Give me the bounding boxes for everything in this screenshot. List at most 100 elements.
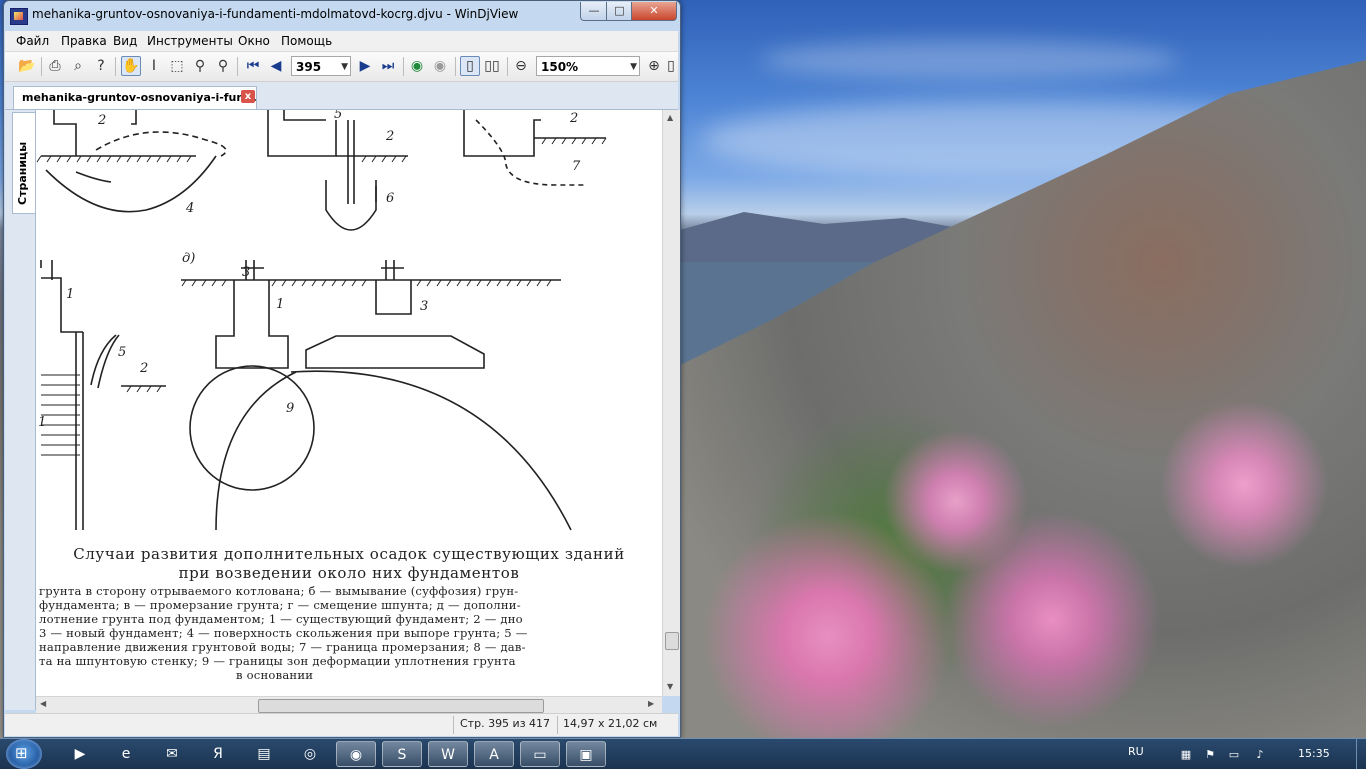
status-page: Стр. 395 из 417 [460, 717, 551, 730]
skype-icon[interactable]: S [382, 741, 422, 767]
close-tab-icon[interactable]: x [241, 90, 255, 103]
last-page-icon[interactable]: ⏭ [378, 56, 398, 76]
open-icon[interactable]: 📂 [17, 56, 37, 76]
prev-page-icon[interactable]: ◀ [266, 56, 286, 76]
minimize-button[interactable]: — [580, 2, 608, 21]
scroll-left-icon[interactable]: ◀ [40, 699, 46, 708]
fig-label: 6 [386, 191, 394, 206]
fig-label: 1 [38, 415, 46, 430]
menu-help[interactable]: Помощь [281, 34, 332, 48]
figure-label-d: д) [182, 251, 195, 266]
fig-label: 5 [334, 110, 342, 122]
chrome-icon[interactable]: ◉ [336, 741, 376, 767]
fig-label: 2 [385, 129, 394, 144]
chevron-down-icon[interactable]: ▼ [630, 57, 637, 77]
volume-icon[interactable]: ♪ [1254, 749, 1266, 761]
wallpaper-flowers [700, 400, 1340, 738]
fig-label: 7 [572, 159, 581, 174]
horizontal-scroll-thumb[interactable] [258, 699, 544, 713]
zoom-rect-icon[interactable]: ⚲ [213, 56, 233, 76]
caption-title: Случаи развития дополнительных осадок су… [73, 545, 625, 563]
caption-line: в основании [236, 668, 314, 682]
menu-window[interactable]: Окно [238, 34, 270, 48]
start-button[interactable]: ⊞ [6, 739, 42, 769]
fig-label: 1 [276, 297, 284, 312]
pages-side-tab[interactable]: Страницы [12, 112, 35, 214]
fig-label: 4 [185, 201, 194, 216]
scroll-up-icon[interactable]: ▲ [667, 113, 673, 122]
language-indicator[interactable]: RU [1128, 745, 1144, 758]
explorer-icon[interactable]: ▤ [244, 741, 284, 767]
single-page-icon[interactable]: ▯ [460, 56, 480, 76]
document-tab[interactable]: mehanika-gruntov-osnovaniya-i-fun... [13, 86, 257, 109]
windjview-window: mehanika-gruntov-osnovaniya-i-fundamenti… [3, 0, 681, 738]
rect-select-icon[interactable]: ⬚ [167, 56, 187, 76]
caption-line: направление движения грунтовой воды; 7 —… [39, 640, 526, 654]
window-icon[interactable]: ▭ [520, 741, 560, 767]
windows-logo-icon: ⊞ [15, 744, 28, 762]
zoom-in-icon[interactable]: ⊕ [644, 56, 664, 76]
menu-view[interactable]: Вид [113, 34, 137, 48]
fig-label: 5 [118, 345, 126, 360]
acrobat-icon[interactable]: A [474, 741, 514, 767]
help-icon[interactable]: ? [91, 56, 111, 76]
document-tab-bar: mehanika-gruntov-osnovaniya-i-fun... [5, 82, 678, 110]
ie-icon[interactable]: e [106, 741, 146, 767]
text-select-icon[interactable]: I [144, 56, 164, 76]
network-icon[interactable]: ▦ [1180, 749, 1192, 761]
fig-label: 9 [286, 401, 294, 416]
maximize-button[interactable]: □ [606, 2, 633, 21]
document-page[interactable]: 2 4 5 2 6 2 7 д) 1 5 2 3 1 1 3 9 Случаи … [36, 110, 662, 696]
toolbar-overflow-icon[interactable]: ▯ [665, 56, 677, 76]
zoom-value: 150% [541, 60, 579, 74]
forward-icon[interactable]: ◉ [430, 56, 450, 76]
show-desktop-button[interactable] [1356, 739, 1366, 769]
chevron-down-icon[interactable]: ▼ [341, 57, 348, 77]
fig-label: 2 [97, 113, 106, 128]
mail-icon[interactable]: ✉ [152, 741, 192, 767]
menu-edit[interactable]: Правка [61, 34, 107, 48]
back-icon[interactable]: ◉ [407, 56, 427, 76]
vertical-scrollbar[interactable]: ▲ ▼ [662, 110, 680, 696]
side-panel: Страницы [5, 110, 36, 710]
fig-label: 1 [66, 287, 74, 302]
hand-icon[interactable]: ✋ [121, 56, 141, 76]
horizontal-scrollbar[interactable]: ◀ ▶ [36, 696, 662, 714]
clock[interactable]: 15:35 [1298, 747, 1330, 760]
menu-file[interactable]: Файл [16, 34, 49, 48]
fig-label: 3 [420, 299, 428, 314]
first-page-icon[interactable]: ⏮ [243, 56, 263, 76]
flag-icon[interactable]: ⚑ [1204, 749, 1216, 761]
monitor-icon[interactable]: ▭ [1228, 749, 1240, 761]
toolbar: 📂 ⎙ ⌕ ? ✋ I ⬚ ⚲ ⚲ ⏮ ◀ 395 ▼ ▶ ⏭ ◉ ◉ ▯ ▯▯… [5, 52, 678, 82]
fig-label: 3 [242, 265, 250, 280]
page-number-combo[interactable]: 395 ▼ [291, 56, 351, 76]
page-number-value: 395 [296, 60, 322, 74]
app-icon[interactable]: ◎ [290, 741, 330, 767]
menu-tools[interactable]: Инструменты [147, 34, 233, 48]
wallpaper-cloud [760, 40, 1180, 80]
find-icon[interactable]: ⌕ [68, 56, 88, 76]
two-pages-icon[interactable]: ▯▯ [482, 56, 502, 76]
caption-line: фундамента; в — промерзание грунта; г — … [39, 598, 521, 612]
vertical-scroll-thumb[interactable] [665, 632, 679, 650]
print-icon[interactable]: ⎙ [45, 56, 65, 76]
scroll-right-icon[interactable]: ▶ [648, 699, 654, 708]
scroll-down-icon[interactable]: ▼ [667, 682, 673, 691]
caption-title-line2: при возведении около них фундаментов [178, 564, 520, 582]
media-player-icon[interactable]: ▶ [60, 741, 100, 767]
windjview-icon[interactable]: ▣ [566, 741, 606, 767]
taskbar: ⊞ ▶ e ✉ Я ▤ ◎ ◉ S W A ▭ ▣ RU ▦ ⚑ ▭ ♪ 15:… [0, 738, 1366, 769]
yandex-icon[interactable]: Я [198, 741, 238, 767]
title-bar[interactable]: mehanika-gruntov-osnovaniya-i-fundamenti… [4, 1, 680, 29]
next-page-icon[interactable]: ▶ [355, 56, 375, 76]
zoom-out-icon[interactable]: ⊖ [511, 56, 531, 76]
word-icon[interactable]: W [428, 741, 468, 767]
windjview-app-icon[interactable] [10, 8, 28, 25]
zoom-icon[interactable]: ⚲ [190, 56, 210, 76]
zoom-combo[interactable]: 150% ▼ [536, 56, 640, 76]
caption-line: 3 — новый фундамент; 4 — поверхность ско… [39, 626, 528, 640]
caption-line: лотнение грунта под фундаментом; 1 — сущ… [39, 612, 523, 626]
fig-label: 2 [569, 111, 578, 126]
close-button[interactable]: ✕ [631, 2, 677, 21]
